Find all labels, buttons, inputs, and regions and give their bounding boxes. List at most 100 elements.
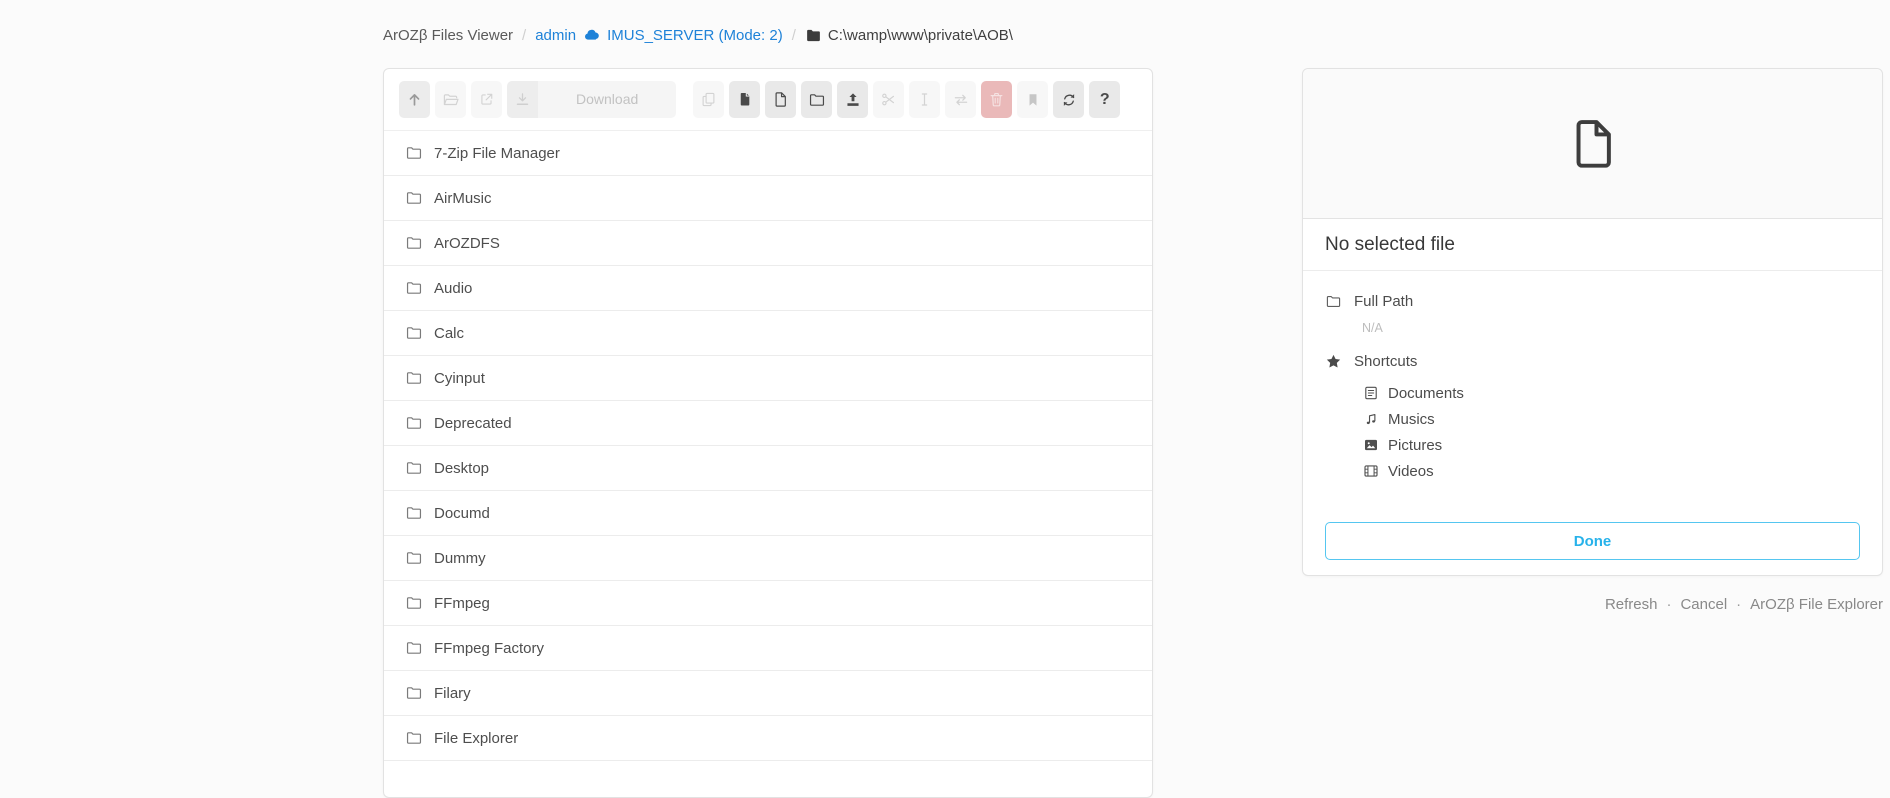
document-list-icon xyxy=(1363,385,1379,401)
shortcut-documents[interactable]: Documents xyxy=(1363,380,1860,406)
file-name: Calc xyxy=(434,325,464,342)
preview-area xyxy=(1303,69,1882,219)
delete-button[interactable] xyxy=(981,81,1012,118)
cancel-link[interactable]: Cancel xyxy=(1680,596,1727,613)
file-outline-icon xyxy=(1565,116,1621,172)
help-icon: ? xyxy=(1100,92,1110,108)
folder-icon xyxy=(405,189,423,207)
file-list-card: Download ? 7-Zip File Manager AirMusic A… xyxy=(383,68,1153,798)
help-button[interactable]: ? xyxy=(1089,81,1120,118)
file-row[interactable]: FFmpeg Factory xyxy=(384,626,1152,671)
user-link[interactable]: admin xyxy=(535,27,576,44)
download-label: Download xyxy=(538,81,676,118)
folder-icon xyxy=(405,729,423,747)
download-icon xyxy=(514,91,531,108)
file-list: 7-Zip File Manager AirMusic ArOZDFS Audi… xyxy=(384,131,1152,761)
refresh-link[interactable]: Refresh xyxy=(1605,596,1658,613)
file-row[interactable]: Audio xyxy=(384,266,1152,311)
shortcut-videos[interactable]: Videos xyxy=(1363,458,1860,484)
shortcut-musics[interactable]: Musics xyxy=(1363,406,1860,432)
shortcut-label: Pictures xyxy=(1388,437,1442,454)
cut-icon xyxy=(880,91,897,108)
new-file-icon xyxy=(772,91,789,108)
file-row[interactable]: ArOZDFS xyxy=(384,221,1152,266)
server-link[interactable]: IMUS_SERVER (Mode: 2) xyxy=(583,26,783,44)
new-file-button[interactable] xyxy=(765,81,796,118)
detail-body: Full Path N/A Shortcuts Documents Musics… xyxy=(1303,271,1882,484)
refresh-icon xyxy=(1061,92,1077,108)
full-path-label: Full Path xyxy=(1354,293,1413,310)
shortcut-label: Documents xyxy=(1388,385,1464,402)
shortcut-list: Documents Musics Pictures Videos xyxy=(1363,380,1860,484)
app-title: ArOZβ Files Viewer xyxy=(383,27,513,44)
file-name: Cyinput xyxy=(434,370,485,387)
server-label: IMUS_SERVER (Mode: 2) xyxy=(607,27,783,44)
shortcut-label: Videos xyxy=(1388,463,1434,480)
open-external-button[interactable] xyxy=(471,81,502,118)
file-row[interactable]: Dummy xyxy=(384,536,1152,581)
file-row[interactable]: File Explorer xyxy=(384,716,1152,761)
file-row[interactable]: Calc xyxy=(384,311,1152,356)
shortcut-pictures[interactable]: Pictures xyxy=(1363,432,1860,458)
cloud-icon xyxy=(583,26,601,44)
folder-icon xyxy=(405,594,423,612)
file-row[interactable]: AirMusic xyxy=(384,176,1152,221)
go-up-button[interactable] xyxy=(399,81,430,118)
upload-button[interactable] xyxy=(837,81,868,118)
link-separator: · xyxy=(1666,596,1671,613)
file-row[interactable]: Cyinput xyxy=(384,356,1152,401)
folder-icon xyxy=(405,639,423,657)
file-name: Dummy xyxy=(434,550,486,567)
folder-icon xyxy=(1325,293,1342,310)
file-explorer-link[interactable]: ArOZβ File Explorer xyxy=(1750,596,1883,613)
trash-icon xyxy=(988,91,1005,108)
file-row[interactable]: Desktop xyxy=(384,446,1152,491)
breadcrumb-separator: / xyxy=(520,27,528,44)
bookmark-button[interactable] xyxy=(1017,81,1048,118)
link-separator: · xyxy=(1736,596,1741,613)
film-icon xyxy=(1363,463,1379,479)
file-name: AirMusic xyxy=(434,190,492,207)
move-button[interactable] xyxy=(945,81,976,118)
file-row[interactable]: Documd xyxy=(384,491,1152,536)
copy-button[interactable] xyxy=(693,81,724,118)
file-name: FFmpeg xyxy=(434,595,490,612)
music-note-icon xyxy=(1363,411,1379,427)
rename-button[interactable] xyxy=(909,81,940,118)
folder-icon xyxy=(405,549,423,567)
shortcuts-label: Shortcuts xyxy=(1354,353,1417,370)
star-icon xyxy=(1325,353,1342,370)
new-folder-button[interactable] xyxy=(801,81,832,118)
folder-icon xyxy=(405,144,423,162)
path-label: C:\wamp\www\private\AOB\ xyxy=(828,27,1013,44)
current-path: C:\wamp\www\private\AOB\ xyxy=(805,27,1013,44)
toolbar: Download ? xyxy=(384,69,1152,131)
open-folder-icon xyxy=(442,91,460,109)
file-name: FFmpeg Factory xyxy=(434,640,544,657)
file-name: Audio xyxy=(434,280,472,297)
file-name: Documd xyxy=(434,505,490,522)
download-icon-cell xyxy=(507,81,538,118)
picture-icon xyxy=(1363,437,1379,453)
shortcuts-row: Shortcuts xyxy=(1325,353,1860,370)
bookmark-icon xyxy=(1025,92,1041,108)
refresh-button[interactable] xyxy=(1053,81,1084,118)
folder-icon xyxy=(405,234,423,252)
done-button[interactable]: Done xyxy=(1325,522,1860,560)
paste-button[interactable] xyxy=(729,81,760,118)
open-button[interactable] xyxy=(435,81,466,118)
file-name: Filary xyxy=(434,685,471,702)
file-name: Deprecated xyxy=(434,415,512,432)
cut-button[interactable] xyxy=(873,81,904,118)
file-row[interactable]: Filary xyxy=(384,671,1152,716)
shortcut-label: Musics xyxy=(1388,411,1435,428)
file-name: File Explorer xyxy=(434,730,518,747)
file-row[interactable]: 7-Zip File Manager xyxy=(384,131,1152,176)
file-row[interactable]: Deprecated xyxy=(384,401,1152,446)
footer-links: Refresh · Cancel · ArOZβ File Explorer xyxy=(1605,596,1883,613)
download-button[interactable]: Download xyxy=(507,81,676,118)
file-row[interactable]: FFmpeg xyxy=(384,581,1152,626)
folder-icon xyxy=(405,369,423,387)
full-path-row: Full Path xyxy=(1325,293,1860,310)
upload-icon xyxy=(844,91,862,109)
